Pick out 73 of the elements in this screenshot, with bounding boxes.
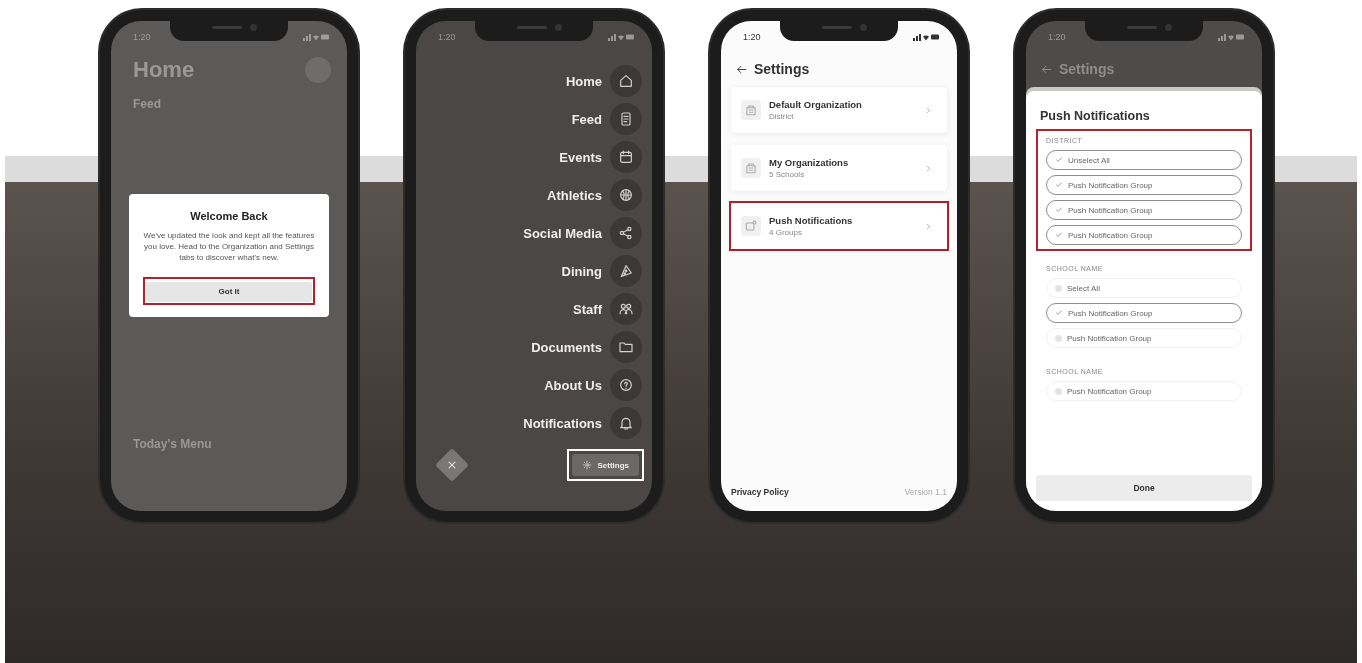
building-icon (741, 100, 761, 120)
dialog-message: We've updated the look and kept all the features you love. Head to the Organization and Settings tabs to discover what's new. (143, 230, 315, 263)
got-it-button[interactable]: Got It (146, 281, 312, 302)
sheet-title: Push Notifications (1039, 109, 1151, 125)
row-title: Default Organization (769, 99, 863, 110)
pizza-icon (610, 255, 642, 287)
notification-icon (741, 216, 761, 236)
status-icons (303, 33, 329, 41)
settings-row[interactable]: Push Notifications 4 Groups (731, 203, 947, 249)
ball-icon (610, 179, 642, 211)
people-icon (610, 293, 642, 325)
status-time: 1:20 (438, 32, 456, 42)
menu-item[interactable]: Social Media (523, 217, 642, 249)
version-label: Version 1.1 (904, 487, 947, 497)
privacy-policy-link[interactable]: Privacy Policy (731, 487, 789, 497)
row-subtitle: District (769, 112, 795, 121)
check-icon (1055, 156, 1063, 164)
menu-item[interactable]: Dining (561, 255, 642, 287)
row-subtitle: 5 Schools (769, 170, 806, 179)
option-chip[interactable]: Push Notification Group (1046, 200, 1242, 220)
check-icon (1055, 206, 1063, 214)
option-chip[interactable]: Push Notification Group (1046, 175, 1242, 195)
settings-row[interactable]: My Organizations 5 Schools (731, 145, 947, 191)
building-icon (741, 158, 761, 178)
chevron-icon (924, 105, 933, 115)
section-heading: Feed (132, 96, 162, 111)
option-chip[interactable]: Push Notification Group (1046, 225, 1242, 245)
done-button[interactable]: Done (1036, 475, 1252, 501)
page-title: Settings (754, 61, 810, 77)
page-title: Settings (1059, 61, 1115, 77)
settings-row[interactable]: Default Organization District (731, 87, 947, 133)
home-icon (610, 65, 642, 97)
radio-dot-icon (1055, 387, 1062, 395)
chevron-icon (924, 221, 933, 231)
gear-icon (582, 460, 593, 470)
folder-icon (610, 331, 642, 363)
dialog-title: Welcome Back (190, 210, 268, 222)
status-icons (1218, 33, 1244, 41)
document-icon (610, 103, 642, 135)
check-icon (1055, 231, 1063, 239)
settings-button[interactable]: Settings (572, 454, 639, 476)
option-chip[interactable]: Unselect All (1046, 150, 1242, 170)
menu-item[interactable]: Events (559, 141, 642, 173)
section-heading: Today's Menu (132, 436, 213, 451)
bell-icon (610, 407, 642, 439)
status-time: 1:20 (743, 32, 761, 42)
page-title: Home (133, 57, 195, 83)
status-icons (608, 33, 634, 41)
option-chip[interactable]: Push Notification Group (1046, 381, 1242, 401)
option-chip[interactable]: Push Notification Group (1046, 303, 1242, 323)
option-chip[interactable]: Select All (1046, 278, 1242, 298)
radio-dot-icon (1055, 334, 1062, 342)
menu-item[interactable]: Athletics (547, 179, 642, 211)
check-icon (1055, 309, 1063, 317)
status-time: 1:20 (133, 32, 151, 42)
menu-item[interactable]: Home (565, 65, 642, 97)
menu-item[interactable]: Documents (531, 331, 642, 363)
check-icon (1055, 181, 1063, 189)
help-icon (610, 369, 642, 401)
share-icon (610, 217, 642, 249)
calendar-icon (610, 141, 642, 173)
row-subtitle: 4 Groups (769, 228, 803, 237)
row-title: Push Notifications (769, 215, 854, 226)
menu-item[interactable]: About Us (544, 369, 642, 401)
menu-item[interactable]: Notifications (523, 407, 642, 439)
option-chip[interactable]: Push Notification Group (1046, 328, 1242, 348)
status-icons (913, 33, 939, 41)
status-time: 1:20 (1048, 32, 1066, 42)
radio-dot-icon (1055, 284, 1062, 292)
row-title: My Organizations (769, 157, 850, 168)
menu-item[interactable]: Feed (571, 103, 642, 135)
chevron-icon (924, 163, 933, 173)
menu-item[interactable]: Staff (573, 293, 642, 325)
